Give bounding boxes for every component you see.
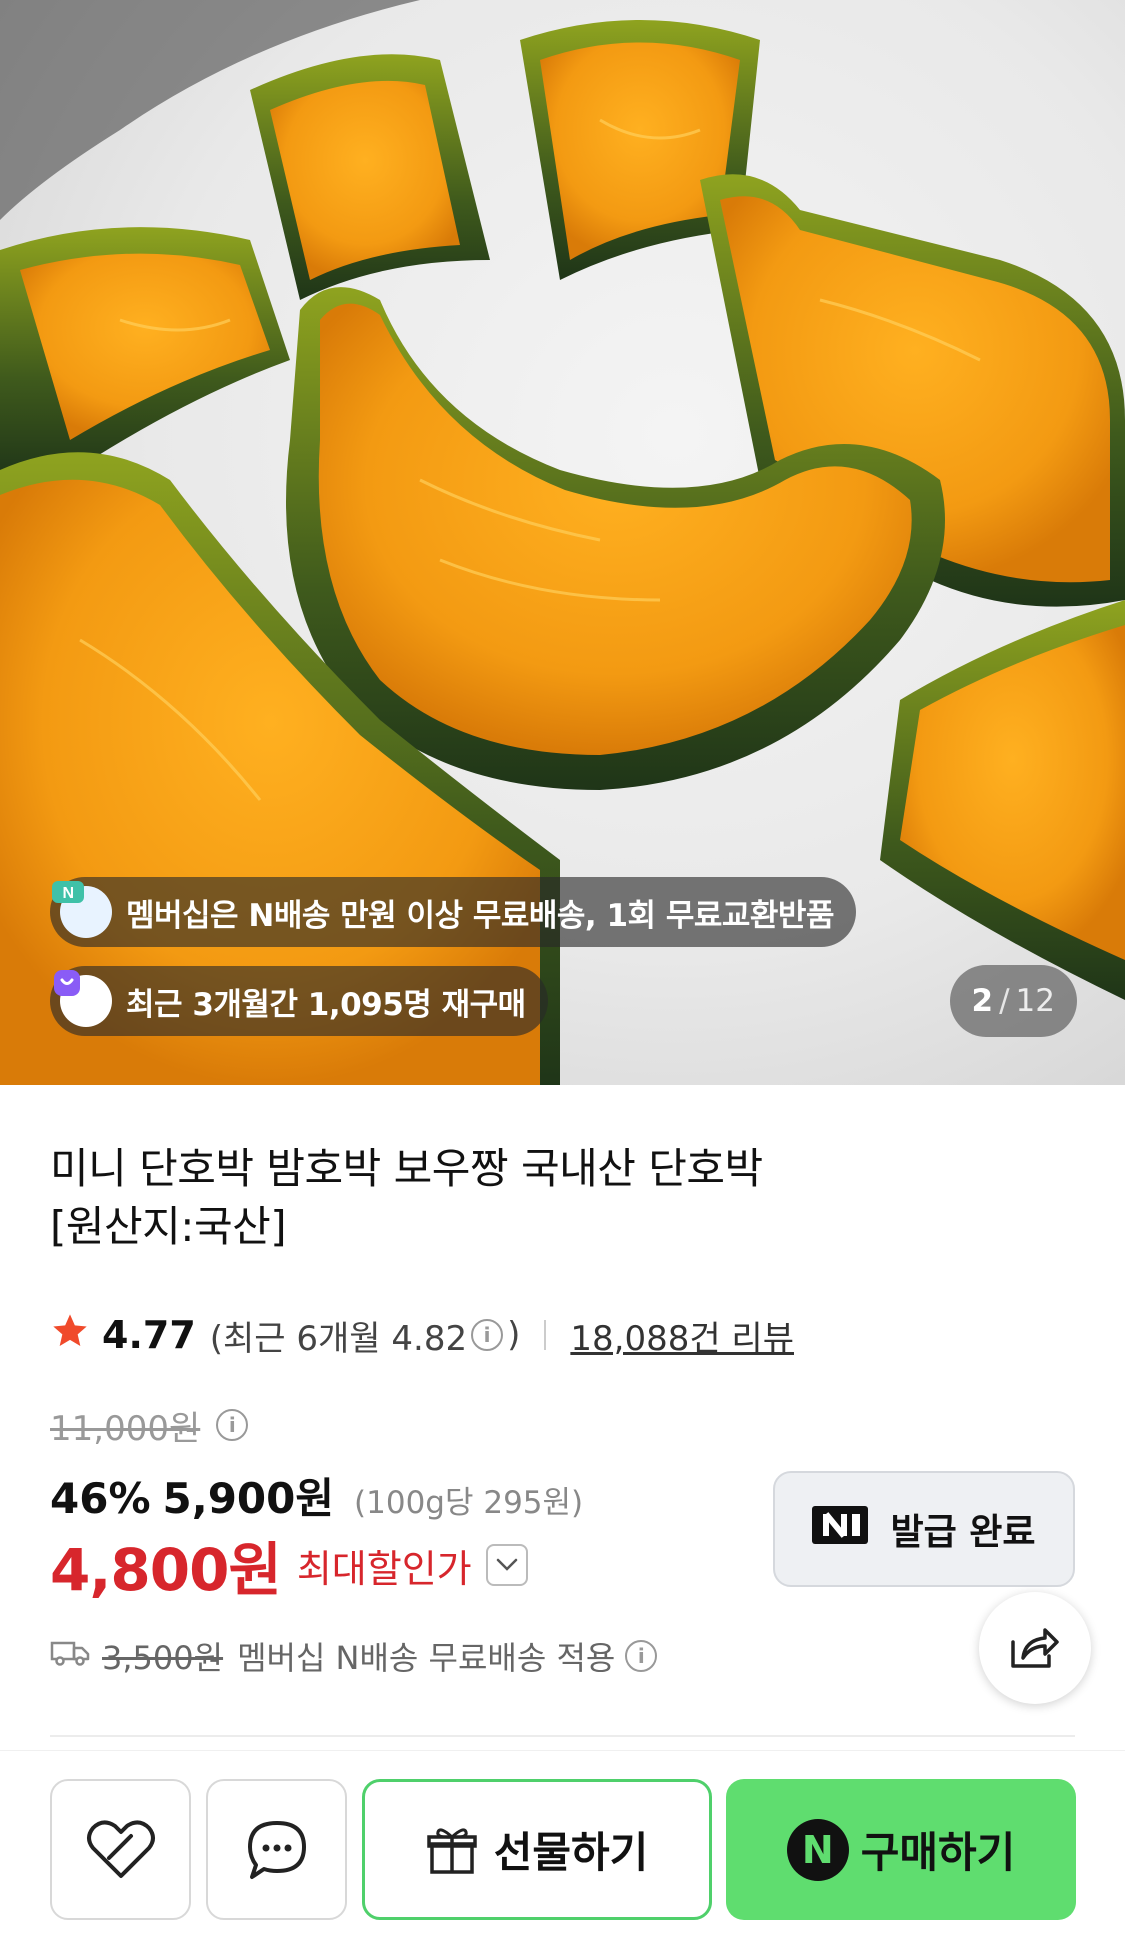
coupon-issued-button[interactable]: 발급 완료 (773, 1471, 1075, 1587)
product-page: N 멤버십은 N배송 만원 이상 무료배송, 1회 무료교환반품 최근 3개월간… (0, 0, 1125, 1951)
coupon-label: 발급 완료 (890, 1512, 1036, 1553)
shipping-note: 멤버십 N배송 무료배송 적용 (237, 1639, 616, 1677)
gift-icon (426, 1827, 477, 1874)
gift-label: 선물하기 (493, 1828, 649, 1877)
buy-button[interactable]: N 구매하기 (726, 1779, 1076, 1920)
sale-price-row: 46% 5,900원 (100g당 295원) (50, 1465, 584, 1523)
image-counter-separator: / (999, 983, 1010, 1019)
wishlist-button[interactable] (50, 1779, 191, 1920)
sale-price: 5,900원 (162, 1474, 335, 1523)
product-title: 미니 단호박 밤호박 보우짱 국내산 단호박 [원산지:국산] (50, 1140, 910, 1256)
original-price: 11,000원 (50, 1408, 201, 1449)
rating-row: 4.77 (최근 6개월 4.82 i ) 18,088건 리뷰 (50, 1310, 794, 1360)
recent-rating-close: ) (507, 1315, 521, 1355)
image-counter-current: 2 (971, 983, 994, 1019)
section-divider (50, 1735, 1075, 1737)
share-button[interactable] (979, 1592, 1091, 1704)
image-counter-total: 12 (1015, 983, 1055, 1019)
info-icon[interactable]: i (471, 1319, 504, 1351)
membership-notice-text: 멤버십은 N배송 만원 이상 무료배송, 1회 무료교환반품 (126, 897, 834, 934)
repurchase-notice-text: 최근 3개월간 1,095명 재구매 (126, 986, 526, 1023)
unit-price: (100g당 295원) (354, 1485, 584, 1521)
gift-button[interactable]: 선물하기 (362, 1779, 712, 1920)
chat-icon (247, 1820, 306, 1879)
original-price-row: 11,000원 i (50, 1402, 252, 1449)
naver-pay-n-icon: N (786, 1818, 849, 1881)
reviews-link[interactable]: 18,088건 리뷰 (570, 1311, 794, 1360)
rating-score: 4.77 (102, 1313, 196, 1357)
original-shipping-fee: 3,500원 (102, 1639, 224, 1677)
max-discount-price: 4,800원 (50, 1536, 282, 1604)
buy-label: 구매하기 (860, 1828, 1016, 1877)
share-icon (1011, 1628, 1059, 1668)
product-title-line1: 미니 단호박 밤호박 보우짱 국내산 단호박 (50, 1144, 763, 1193)
heart-icon (86, 1820, 155, 1878)
product-image-carousel[interactable]: N 멤버십은 N배송 만원 이상 무료배송, 1회 무료교환반품 최근 3개월간… (0, 0, 1125, 1085)
talk-talk-button[interactable] (206, 1779, 347, 1920)
delivery-row: 3,500원 멤버십 N배송 무료배송 적용 i (50, 1632, 661, 1680)
recent-rating-text: (최근 6개월 4.82 (209, 1318, 468, 1359)
info-icon[interactable]: i (625, 1640, 658, 1672)
membership-benefit-pill[interactable]: N 멤버십은 N배송 만원 이상 무료배송, 1회 무료교환반품 (50, 877, 856, 947)
svg-text:N: N (62, 885, 73, 902)
image-counter: 2 / 12 (949, 965, 1077, 1037)
rating-divider (544, 1320, 547, 1350)
star-icon (50, 1311, 90, 1360)
naver-n-logo-icon (812, 1505, 869, 1553)
n-delivery-icon: N (52, 881, 112, 938)
max-discount-label: 최대할인가 (296, 1546, 472, 1591)
discount-rate: 46% (50, 1474, 151, 1523)
product-title-line2: [원산지:국산] (50, 1202, 287, 1251)
chevron-down-icon[interactable] (485, 1544, 528, 1586)
truck-icon (50, 1637, 90, 1675)
info-icon[interactable]: i (216, 1409, 249, 1441)
repurchase-pill: 최근 3개월간 1,095명 재구매 (50, 966, 548, 1036)
shopping-bag-icon (54, 970, 112, 1027)
max-discount-row[interactable]: 4,800원 최대할인가 (50, 1530, 528, 1604)
